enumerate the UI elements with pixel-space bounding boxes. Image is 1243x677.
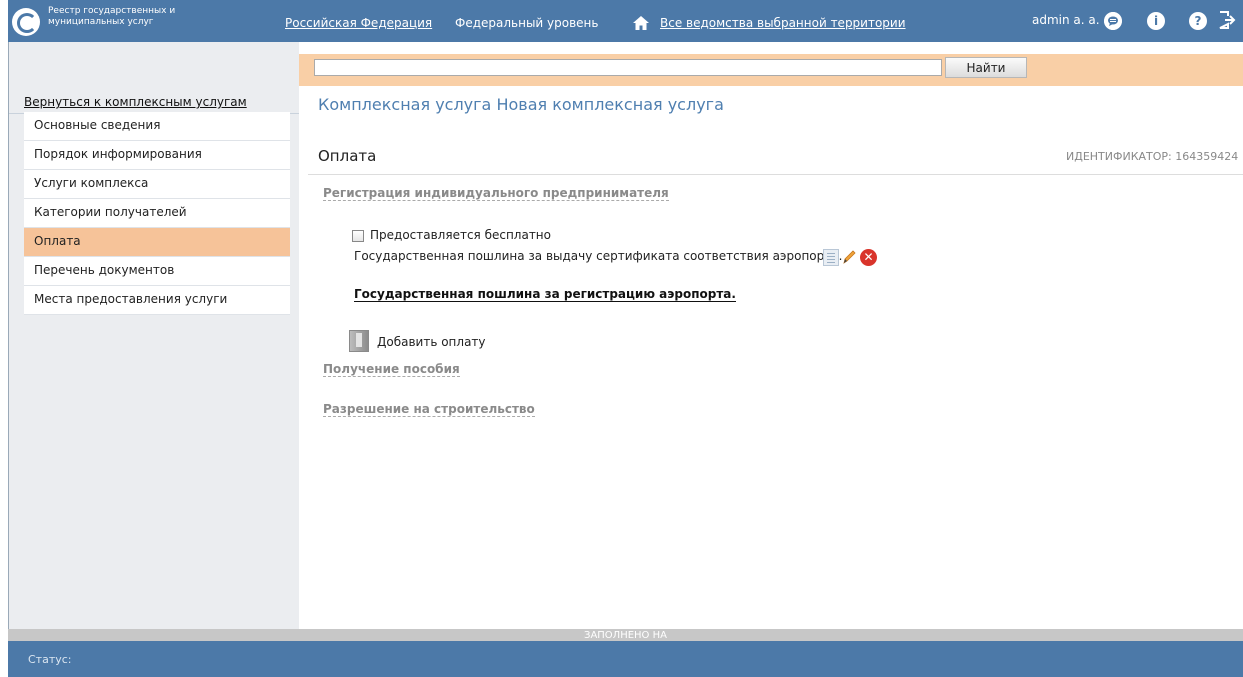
agencies-link[interactable]: Все ведомства выбранной территории xyxy=(660,16,906,30)
group-title-construction-permit[interactable]: Разрешение на строительство xyxy=(323,402,535,417)
edit-pencil-icon[interactable] xyxy=(841,248,857,266)
fee-item-airport-registration[interactable]: Государственная пошлина за регистрацию а… xyxy=(354,287,736,302)
chat-icon[interactable] xyxy=(1104,12,1122,30)
document-icon[interactable] xyxy=(823,249,839,266)
back-to-complex-services-link[interactable]: Вернуться к комплексным услугам xyxy=(24,95,247,109)
level-selector[interactable]: Федеральный уровень xyxy=(455,16,598,30)
region-link[interactable]: Российская Федерация xyxy=(285,16,432,30)
page-title: Комплексная услуга Новая комплексная усл… xyxy=(318,95,724,114)
logo-icon[interactable] xyxy=(12,8,40,36)
app-title[interactable]: Реестр государственных и муниципальных у… xyxy=(48,6,198,28)
free-checkbox-label: Предоставляется бесплатно xyxy=(370,228,551,242)
sidebar-item-payment[interactable]: Оплата xyxy=(24,228,290,257)
add-payment-icon[interactable] xyxy=(349,330,369,352)
exit-icon[interactable] xyxy=(1218,10,1236,30)
add-payment-button[interactable]: Добавить оплату xyxy=(377,335,486,349)
search-input[interactable] xyxy=(314,59,942,76)
user-name[interactable]: admin a. a. xyxy=(1032,13,1100,27)
status-label: Статус: xyxy=(28,653,72,666)
section-divider xyxy=(308,174,1243,175)
sidebar-item-service-locations[interactable]: Места предоставления услуги xyxy=(24,286,290,315)
sidebar-item-document-list[interactable]: Перечень документов xyxy=(24,257,290,286)
info-icon[interactable]: i xyxy=(1147,12,1165,30)
sidebar-item-recipient-categories[interactable]: Категории получателей xyxy=(24,199,290,228)
delete-icon[interactable]: ✕ xyxy=(860,249,877,266)
group-title-allowance[interactable]: Получение пособия xyxy=(323,362,460,377)
fee-item-certificate: Государственная пошлина за выдачу сертиф… xyxy=(354,249,843,263)
identifier-label: ИДЕНТИФИКАТОР: 164359424 xyxy=(1066,150,1239,163)
section-title: Оплата xyxy=(318,147,377,165)
status-bar xyxy=(8,641,1243,677)
sidebar-menu: Основные сведения Порядок информирования… xyxy=(24,112,290,315)
help-icon[interactable]: ? xyxy=(1189,12,1207,30)
home-icon[interactable] xyxy=(632,15,650,31)
free-checkbox[interactable] xyxy=(352,230,364,242)
search-button[interactable]: Найти xyxy=(945,57,1027,78)
sidebar-item-complex-services[interactable]: Услуги комплекса xyxy=(24,170,290,199)
filled-bar: ЗАПОЛНЕНО НА xyxy=(8,629,1243,641)
sidebar-item-informing-order[interactable]: Порядок информирования xyxy=(24,141,290,170)
sidebar-item-basic-info[interactable]: Основные сведения xyxy=(24,112,290,141)
group-title-ip-registration[interactable]: Регистрация индивидуального предпринимат… xyxy=(323,186,669,201)
